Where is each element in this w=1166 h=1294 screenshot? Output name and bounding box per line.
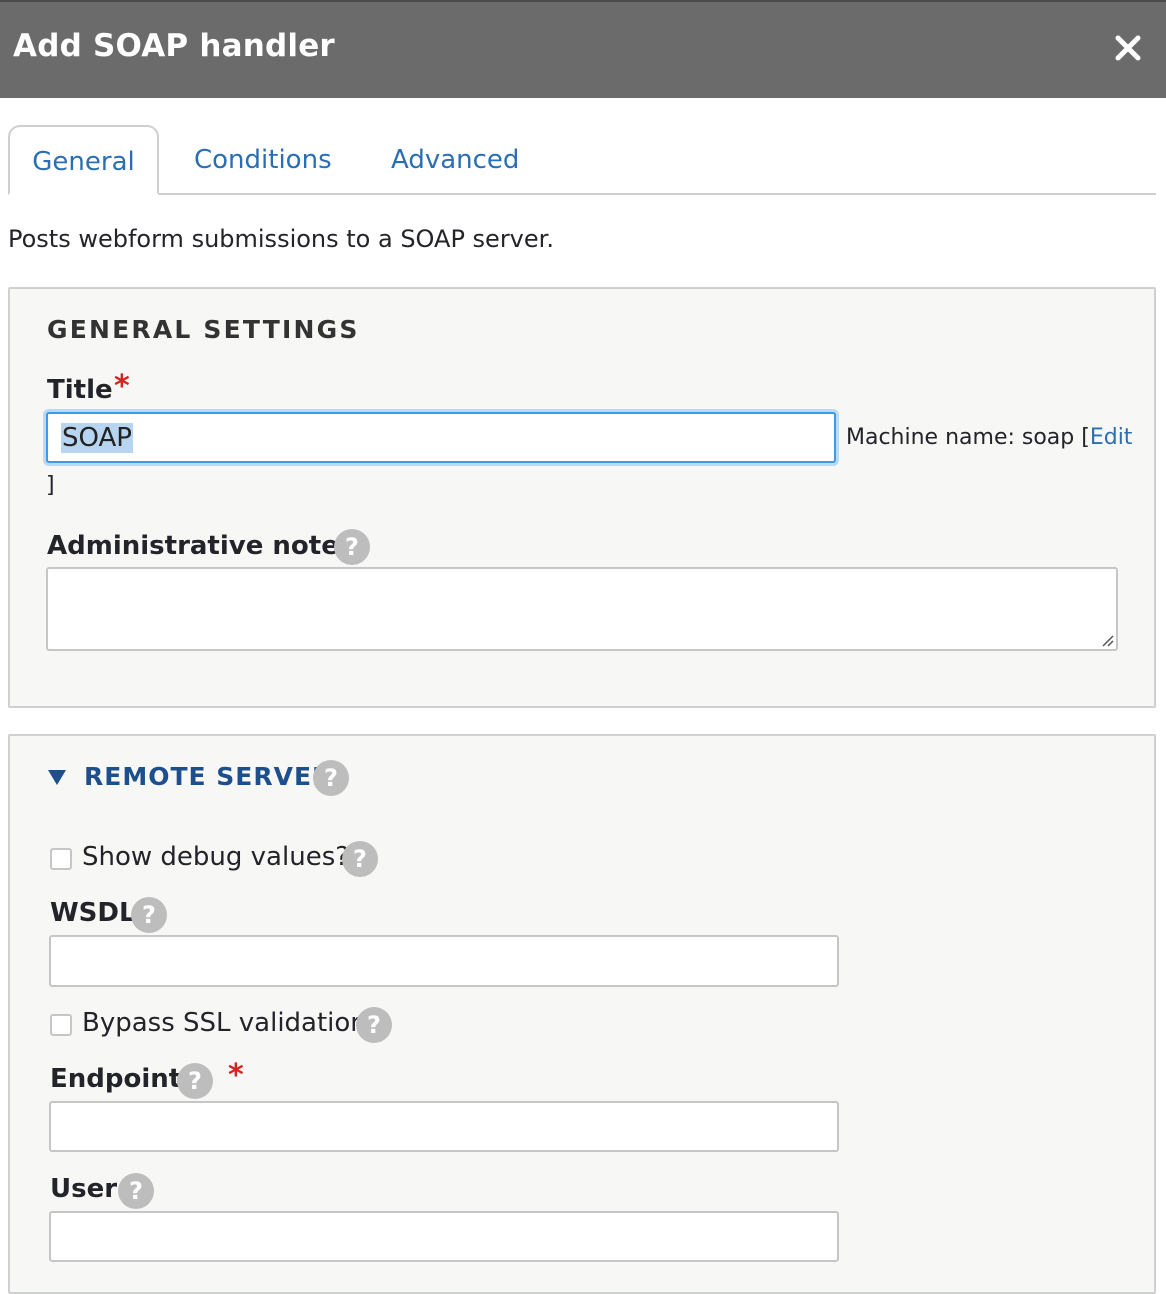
- help-icon[interactable]: ?: [118, 1173, 154, 1209]
- close-icon[interactable]: [1110, 30, 1146, 66]
- title-input[interactable]: SOAP: [46, 412, 836, 463]
- endpoint-input[interactable]: [49, 1101, 839, 1152]
- title-label: Title: [47, 375, 113, 405]
- dialog-title: Add SOAP handler: [13, 28, 335, 64]
- dialog-titlebar: Add SOAP handler: [0, 0, 1166, 98]
- admin-notes-textarea[interactable]: [46, 567, 1118, 651]
- resize-handle-icon[interactable]: [1100, 633, 1114, 647]
- remote-server-summary[interactable]: REMOTE SERVER: [84, 762, 332, 791]
- tab-general[interactable]: General: [8, 125, 159, 195]
- debug-checkbox[interactable]: [50, 848, 72, 870]
- help-icon[interactable]: ?: [342, 841, 378, 877]
- general-settings-fieldset: GENERAL SETTINGS Title * SOAP Machine na…: [8, 287, 1156, 708]
- help-icon[interactable]: ?: [131, 897, 167, 933]
- machine-name-edit-link[interactable]: Edit: [1090, 425, 1133, 450]
- user-input[interactable]: [49, 1211, 839, 1262]
- general-settings-legend: GENERAL SETTINGS: [47, 315, 360, 344]
- ssl-label: Bypass SSL validation: [82, 1008, 367, 1038]
- collapse-triangle-icon[interactable]: [48, 770, 66, 785]
- help-icon[interactable]: ?: [334, 529, 370, 565]
- tab-bar: General Conditions Advanced: [8, 125, 1156, 195]
- machine-name: Machine name: soap [Edit: [846, 425, 1132, 450]
- wsdl-label: WSDL: [50, 898, 136, 928]
- debug-label: Show debug values?: [82, 842, 350, 872]
- endpoint-label: Endpoint: [50, 1064, 182, 1094]
- tab-conditions[interactable]: Conditions: [194, 125, 332, 195]
- wsdl-input[interactable]: [49, 935, 839, 987]
- title-input-value: SOAP: [61, 423, 133, 453]
- ssl-checkbox[interactable]: [50, 1014, 72, 1036]
- help-icon[interactable]: ?: [313, 760, 349, 796]
- remote-server-fieldset: REMOTE SERVER ? Show debug values? ? WSD…: [8, 734, 1156, 1294]
- user-label: User: [50, 1174, 118, 1204]
- admin-notes-label: Administrative notes: [47, 531, 355, 561]
- help-icon[interactable]: ?: [356, 1007, 392, 1043]
- handler-description: Posts webform submissions to a SOAP serv…: [8, 225, 554, 253]
- required-marker: *: [114, 369, 130, 404]
- help-icon[interactable]: ?: [177, 1063, 213, 1099]
- machine-name-bracket: ]: [46, 473, 55, 498]
- tab-advanced[interactable]: Advanced: [391, 125, 519, 195]
- required-marker: *: [228, 1058, 244, 1093]
- machine-name-text: Machine name: soap [: [846, 425, 1090, 450]
